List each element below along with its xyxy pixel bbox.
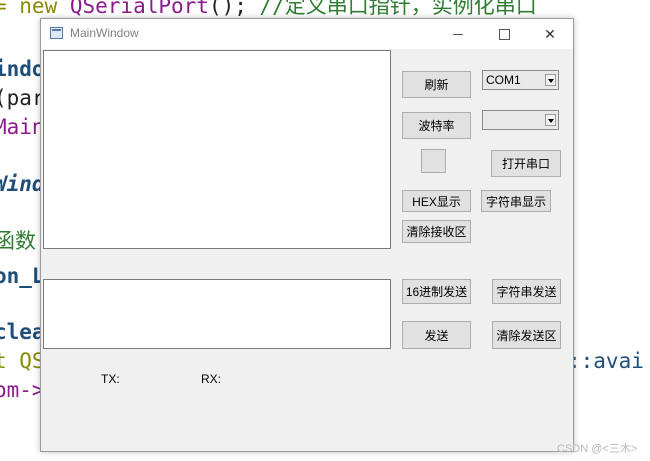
hex-display-button[interactable]: HEX显示: [402, 190, 471, 212]
code-line-2: indo: [0, 57, 45, 81]
code-keyword: = new: [0, 0, 70, 18]
port-select[interactable]: COM1: [482, 70, 559, 90]
watermark: CSDN @<三木>: [557, 443, 638, 455]
code-line-9: t QS: [0, 349, 45, 373]
code-comment: //定义串口指针，实例化串口: [259, 0, 537, 18]
code-line-5: Wind: [0, 172, 45, 196]
code-line-1: = new QSerialPort(); //定义串口指针，实例化串口: [0, 0, 537, 18]
send-text-area[interactable]: [43, 279, 391, 349]
tx-label: TX:: [101, 372, 120, 386]
clear-receive-button[interactable]: 清除接收区: [402, 220, 471, 243]
code-text: ();: [208, 0, 260, 18]
chevron-down-icon: [545, 74, 556, 86]
string-send-button[interactable]: 字符串发送: [492, 279, 561, 304]
receive-text-area[interactable]: [43, 50, 391, 249]
maximize-button[interactable]: [481, 19, 527, 49]
send-button[interactable]: 发送: [402, 321, 471, 349]
rx-label: RX:: [201, 372, 222, 386]
hex-send-button[interactable]: 16进制发送: [402, 279, 471, 304]
port-select-value: COM1: [486, 73, 521, 87]
baud-rate-select[interactable]: [482, 110, 559, 130]
string-display-button[interactable]: 字符串显示: [481, 190, 551, 212]
title-bar[interactable]: MainWindow ✕: [41, 19, 573, 49]
window-title: MainWindow: [70, 26, 139, 40]
code-line-8: clea: [0, 320, 45, 344]
code-line-3: (par: [0, 86, 45, 110]
code-class: QSerialPort: [69, 0, 209, 18]
code-line-10: om->: [0, 378, 45, 402]
open-port-button[interactable]: 打开串口: [491, 150, 561, 177]
refresh-button[interactable]: 刷新: [402, 71, 471, 98]
clear-send-button[interactable]: 清除发送区: [492, 321, 561, 349]
main-window: MainWindow ✕ 刷新 COM1 波特率 打开串口 HEX显示 字符串显…: [40, 18, 574, 452]
chevron-down-icon: [545, 114, 556, 126]
status-indicator-button[interactable]: [421, 149, 446, 173]
baud-rate-button[interactable]: 波特率: [402, 112, 471, 139]
code-line-4: Main: [0, 115, 45, 139]
app-window-icon: [50, 27, 63, 39]
code-line-9-right: ::avai: [568, 349, 644, 373]
minimize-button[interactable]: [435, 19, 481, 49]
code-line-6: 函数: [0, 229, 36, 253]
close-button[interactable]: ✕: [527, 19, 573, 49]
code-line-7: on_L: [0, 264, 45, 288]
